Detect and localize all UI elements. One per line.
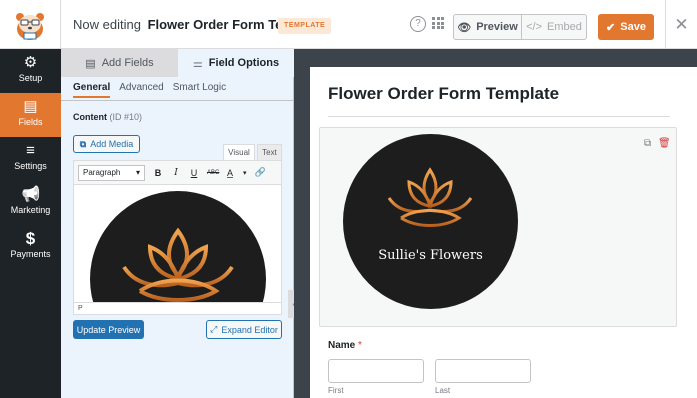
sidebar-item-label: Payments <box>10 249 51 259</box>
save-label: Save <box>620 21 646 33</box>
divider <box>328 116 670 117</box>
content-editor[interactable]: Paragraph ▾ B I U ABC A ▾ 🔗 P <box>73 160 282 315</box>
megaphone-icon: 📢 <box>21 186 41 203</box>
sidebar-item-marketing[interactable]: 📢 Marketing <box>0 181 61 225</box>
name-label-text: Name <box>328 340 356 351</box>
sidebar-item-label: Marketing <box>10 205 51 215</box>
tab-field-options[interactable]: ⚌ Field Options <box>178 49 294 77</box>
content-label: Content (ID #10) <box>73 112 142 122</box>
subtab-smart-logic[interactable]: Smart Logic <box>173 82 226 98</box>
form-preview-card: Flower Order Form Template ⧉ 🗑 Sullie's … <box>310 67 697 398</box>
text-color-icon[interactable]: A <box>225 168 235 178</box>
sidebar-item-fields[interactable]: ▤ Fields <box>0 93 61 137</box>
duplicate-icon[interactable]: ⧉ <box>644 138 651 149</box>
tab-text[interactable]: Text <box>257 144 282 160</box>
tab-visual[interactable]: Visual <box>223 144 255 160</box>
checkmark-icon: ✔ <box>606 21 616 34</box>
sidebar-item-label: Settings <box>14 161 47 171</box>
sliders-icon: ≡ <box>26 142 35 159</box>
editing-prefix: Now editing <box>73 17 141 32</box>
subtab-general[interactable]: General <box>73 82 111 98</box>
name-field-label: Name * <box>328 340 362 351</box>
top-bar: Now editing Flower Order Form Template T… <box>0 0 697 49</box>
grid-icon[interactable] <box>432 17 444 29</box>
required-mark: * <box>358 340 362 351</box>
expand-editor-button[interactable]: ⤢ Expand Editor <box>206 320 282 339</box>
help-icon[interactable]: ? <box>410 16 426 32</box>
field-options-panel: ▤ Add Fields ⚌ Field Options General Adv… <box>61 49 294 398</box>
media-icon: ⧉ <box>79 138 87 149</box>
tab-label: Add Fields <box>101 57 154 69</box>
link-icon[interactable]: 🔗 <box>255 167 266 178</box>
form-preview-area: Flower Order Form Template ⧉ 🗑 Sullie's … <box>294 49 697 398</box>
subtab-advanced[interactable]: Advanced <box>119 82 163 98</box>
first-name-input[interactable] <box>328 359 424 383</box>
tab-add-fields[interactable]: ▤ Add Fields <box>61 49 178 77</box>
expand-editor-label: Expand Editor <box>221 324 278 335</box>
dollar-icon: $ <box>25 229 36 248</box>
content-id: (ID #10) <box>109 112 143 122</box>
underline-icon[interactable]: U <box>189 168 199 178</box>
update-preview-button[interactable]: Update Preview <box>73 320 144 339</box>
last-name-input[interactable] <box>435 359 531 383</box>
embed-label: Embed <box>547 21 582 33</box>
close-icon: ✕ <box>674 14 689 34</box>
trash-icon[interactable]: 🗑 <box>658 138 671 149</box>
content-field-preview[interactable]: ⧉ 🗑 Sullie's Flowers <box>319 127 677 327</box>
eye-icon: 👁 <box>457 21 472 34</box>
format-select[interactable]: Paragraph ▾ <box>78 164 145 181</box>
fields-icon: ▤ <box>23 98 38 115</box>
form-title: Flower Order Form Template <box>328 84 560 103</box>
template-badge: TEMPLATE <box>278 18 332 34</box>
add-media-label: Add Media <box>90 139 134 149</box>
sidebar-item-setup[interactable]: ⚙ Setup <box>0 49 61 93</box>
bear-logo-icon <box>16 12 44 40</box>
embed-button[interactable]: </> Embed <box>521 14 587 40</box>
sidebar-item-settings[interactable]: ≡ Settings <box>0 137 61 181</box>
format-select-value: Paragraph <box>83 168 121 177</box>
content-label-text: Content <box>73 112 107 122</box>
sidebar-item-payments[interactable]: $ Payments <box>0 225 61 269</box>
close-button[interactable]: ✕ <box>665 0 697 49</box>
bold-icon[interactable]: B <box>153 168 163 178</box>
expand-icon: ⤢ <box>210 324 218 334</box>
save-button[interactable]: ✔ Save <box>598 14 654 40</box>
wpforms-logo <box>0 0 61 49</box>
tab-label: Field Options <box>208 57 280 69</box>
italic-icon[interactable]: I <box>171 168 181 178</box>
last-sublabel: Last <box>435 386 451 395</box>
option-subtabs: General Advanced Smart Logic <box>73 82 226 98</box>
strikethrough-icon[interactable]: ABC <box>207 170 219 176</box>
chevron-down-icon[interactable]: ▾ <box>243 169 247 177</box>
editor-toolbar: Paragraph ▾ B I U ABC A ▾ 🔗 <box>74 161 281 185</box>
sidebar-item-label: Fields <box>18 117 43 127</box>
brand-name: Sullie's Flowers <box>378 248 483 263</box>
builder-sidebar: ⚙ Setup ▤ Fields ≡ Settings 📢 Marketing … <box>0 49 61 398</box>
sidebar-item-label: Setup <box>18 73 43 83</box>
first-sublabel: First <box>328 386 344 395</box>
editor-status-bar: P <box>74 302 281 314</box>
code-icon: </> <box>526 21 543 33</box>
list-icon: ▤ <box>85 57 96 70</box>
divider <box>61 100 294 101</box>
preview-label: Preview <box>476 21 518 33</box>
gear-icon: ⚙ <box>23 54 38 71</box>
panel-tabs: ▤ Add Fields ⚌ Field Options <box>61 49 294 77</box>
preview-button[interactable]: 👁 Preview <box>453 14 522 40</box>
preview-logo-image: Sullie's Flowers <box>343 134 518 309</box>
dropdown-arrow-icon: ▾ <box>135 168 140 177</box>
element-path: P <box>78 305 83 312</box>
add-media-button[interactable]: ⧉ Add Media <box>73 135 140 153</box>
sliders-icon: ⚌ <box>192 57 203 70</box>
editor-logo-image <box>90 191 266 314</box>
